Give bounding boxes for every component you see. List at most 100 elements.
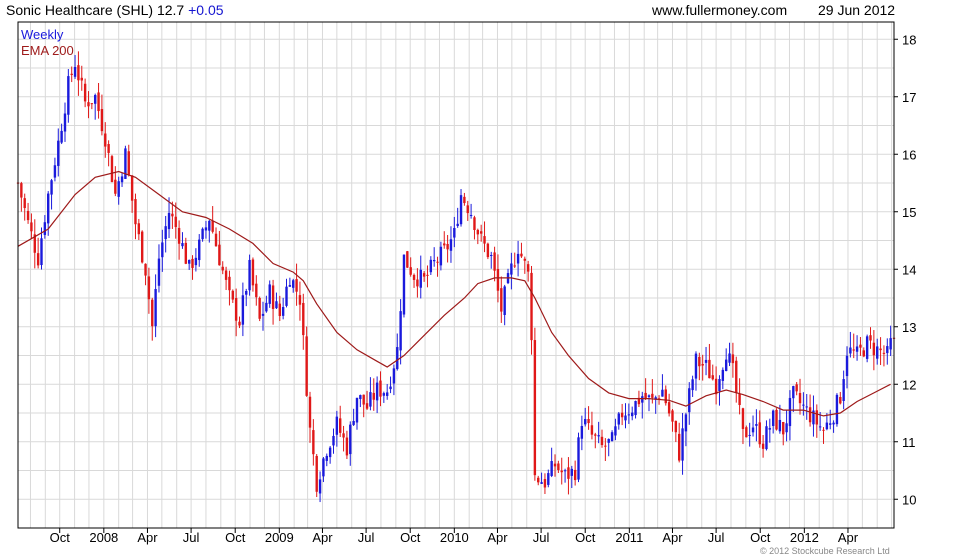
candle-body: [476, 229, 480, 235]
candle-body: [771, 410, 775, 426]
candle-body: [93, 95, 97, 104]
candle-body: [681, 428, 684, 461]
candle-body: [684, 414, 688, 432]
x-tick-label: Apr: [662, 530, 683, 545]
candle-body: [20, 183, 23, 198]
candle-body: [265, 302, 268, 312]
candle-body: [30, 222, 33, 232]
candle-body: [47, 193, 50, 224]
candle-body: [788, 397, 792, 427]
candle-body: [446, 243, 449, 250]
candle-body: [701, 364, 704, 366]
candle-body: [610, 432, 614, 442]
candle-body: [469, 214, 473, 216]
candle-body: [443, 243, 446, 246]
candle-body: [181, 243, 184, 247]
candle-body: [872, 342, 876, 356]
candle-body: [83, 83, 87, 102]
candle-body: [463, 196, 466, 204]
x-tick-label: 2012: [790, 530, 819, 545]
candle-body: [234, 298, 238, 321]
candle-body: [342, 433, 345, 438]
candle-body: [597, 435, 600, 437]
candles: [16, 51, 896, 503]
candle-body: [161, 242, 164, 258]
candle-body: [641, 396, 644, 403]
candle-body: [318, 479, 322, 494]
candle-body: [140, 231, 144, 263]
candle-body: [543, 479, 547, 488]
candle-body: [590, 425, 594, 435]
x-tick-label: Oct: [50, 530, 71, 545]
candle-body: [335, 416, 339, 435]
candle-body: [349, 424, 352, 455]
candle-body: [694, 353, 698, 379]
candle-body: [292, 280, 295, 288]
candle-body: [144, 263, 147, 276]
candle-body: [184, 242, 188, 264]
y-tick-label: 13: [902, 320, 916, 335]
candle-body: [691, 379, 694, 391]
candle-body: [751, 427, 755, 433]
candle-body: [674, 420, 678, 433]
candle-body: [120, 176, 124, 183]
candle-body: [100, 109, 104, 132]
candle-body: [198, 239, 201, 261]
candle-body: [829, 423, 832, 425]
candle-body: [117, 181, 120, 197]
candle-body: [802, 404, 805, 406]
y-tick-label: 12: [902, 377, 916, 392]
candle-body: [204, 227, 208, 231]
candle-body: [631, 412, 634, 417]
candle-body: [114, 179, 117, 194]
candle-body: [886, 346, 889, 354]
x-tick-label: Apr: [487, 530, 508, 545]
candle-body: [600, 436, 604, 446]
candle-body: [322, 458, 325, 477]
candle-body: [624, 415, 627, 421]
candle-body: [805, 406, 808, 408]
candle-body: [151, 299, 154, 327]
candle-body: [724, 359, 728, 371]
legend-ema: EMA 200: [21, 43, 74, 58]
x-tick-label: Oct: [575, 530, 596, 545]
candle-body: [26, 210, 30, 221]
candle-body: [547, 473, 550, 485]
axes: 10 11 12 13 14 15 16 17 18 Oct 2008 Apr Jul Oct 2009 Ap…: [17, 21, 916, 545]
candle-body: [677, 433, 681, 461]
candle-body: [157, 258, 161, 286]
candle-body: [714, 378, 718, 395]
candle-body: [194, 257, 198, 266]
candle-body: [432, 259, 436, 262]
candle-body: [422, 273, 426, 277]
x-tick-label: 2009: [265, 530, 294, 545]
candle-body: [241, 295, 245, 325]
candle-body: [533, 340, 537, 476]
candle-body: [312, 430, 315, 455]
candle-body: [453, 228, 456, 238]
candle-body: [127, 151, 130, 175]
candle-body: [278, 303, 281, 316]
candle-body: [456, 223, 459, 227]
candle-body: [711, 375, 714, 380]
candle-body: [201, 228, 204, 240]
candle-body: [483, 236, 486, 244]
candle-body: [67, 76, 70, 115]
candle-body: [842, 379, 845, 401]
x-tick-label: Apr: [137, 530, 158, 545]
candle-body: [80, 77, 83, 81]
candle-body: [865, 336, 869, 359]
candle-body: [822, 429, 825, 431]
candle-body: [406, 251, 409, 268]
candle-body: [553, 463, 557, 467]
x-tick-label: Apr: [838, 530, 859, 545]
x-tick-label: Oct: [225, 530, 246, 545]
candle-body: [745, 427, 748, 438]
candle-body: [563, 470, 567, 472]
candle-body: [439, 246, 443, 266]
candle-body: [302, 302, 305, 336]
candle-body: [876, 346, 879, 359]
candle-body: [295, 279, 298, 292]
candle-body: [339, 418, 342, 433]
candle-body: [177, 227, 181, 244]
